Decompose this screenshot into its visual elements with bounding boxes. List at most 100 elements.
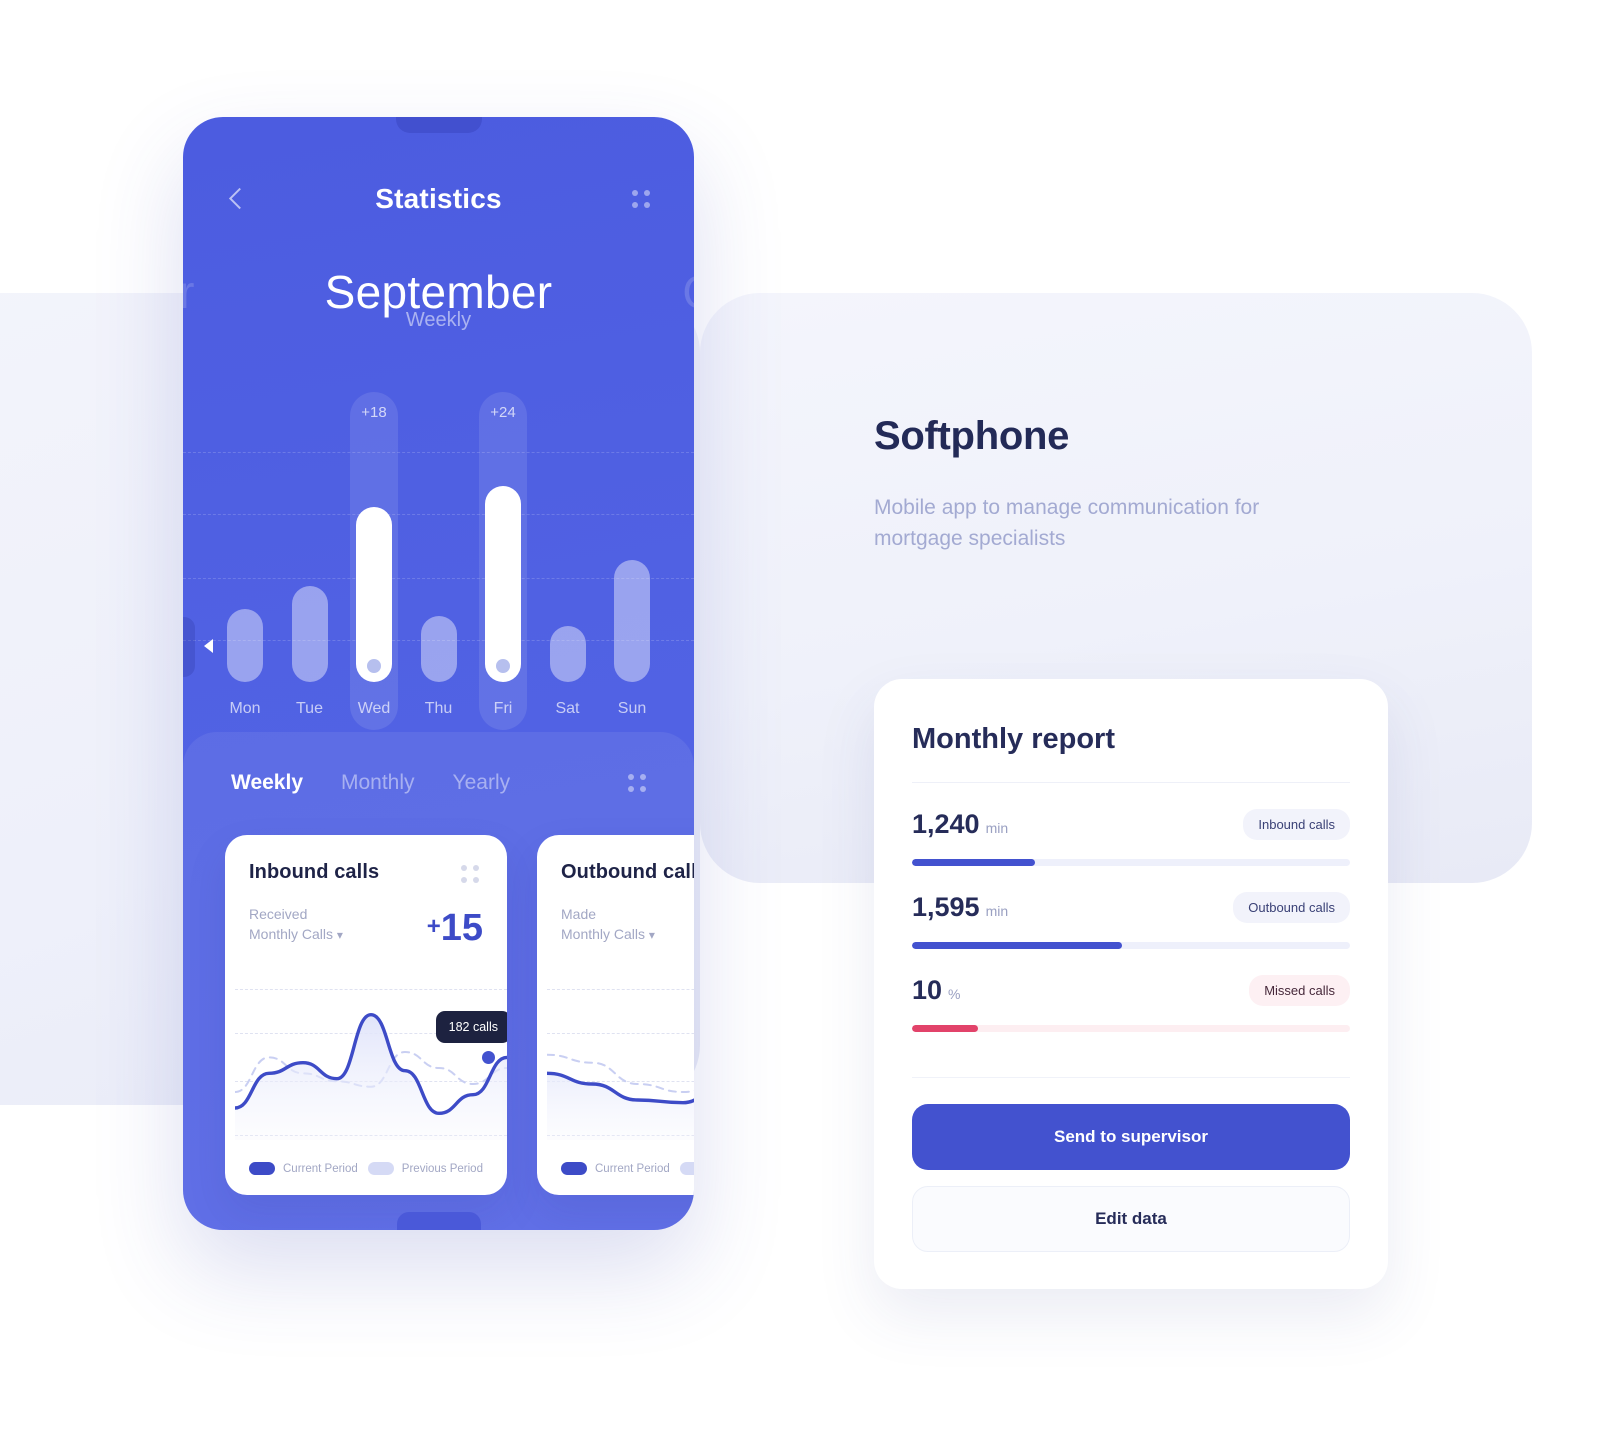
period-tabs: Weekly Monthly Yearly — [231, 766, 650, 800]
bar-column-mon[interactable]: Mon — [219, 392, 271, 717]
grid-dots-icon[interactable] — [457, 861, 483, 887]
progress-track — [912, 859, 1350, 866]
delta-value: +15 — [426, 907, 483, 949]
chevron-left-icon[interactable] — [223, 186, 249, 212]
card-subtitle-row: Made Monthly Calls ▾ — [561, 905, 694, 945]
report-unit: % — [948, 986, 961, 1002]
phone-header: Statistics — [183, 179, 694, 219]
divider — [912, 1077, 1350, 1078]
report-title: Monthly report — [912, 723, 1115, 755]
progress-track — [912, 1025, 1350, 1032]
bar-column-sun[interactable]: Sun — [606, 392, 658, 717]
card-title: Inbound calls — [249, 861, 380, 883]
report-row: 10% Missed calls — [912, 975, 1350, 1032]
caret-down-icon[interactable]: ▾ — [649, 928, 655, 942]
legend-item: Current Period — [561, 1162, 670, 1175]
progress-fill — [912, 942, 1123, 949]
bar-value-label: +24 — [490, 404, 516, 421]
brand-tagline: Mobile app to manage communication for m… — [874, 496, 1260, 551]
grid-dots-icon[interactable] — [624, 770, 650, 796]
bottom-sheet: Weekly Monthly Yearly Inbound calls Receive… — [183, 732, 694, 1230]
bar[interactable] — [485, 486, 521, 682]
mini-area-chart: 182 calls — [225, 985, 507, 1140]
legend-item: Previous Period — [679, 1162, 694, 1175]
report-value: 1,240 min — [912, 809, 1009, 839]
send-to-supervisor-button[interactable]: Send to supervisor — [912, 1104, 1350, 1170]
bar[interactable] — [420, 615, 457, 682]
bar-day-label: Fri — [493, 700, 513, 717]
bar-day-label: Mon — [229, 700, 261, 717]
phone-notch — [395, 117, 482, 133]
chart-tooltip: 182 calls — [435, 1011, 507, 1043]
legend-item: Current Period — [249, 1162, 358, 1175]
bar-column-sat[interactable]: Sat — [542, 392, 594, 717]
bar-knob-icon — [367, 659, 381, 673]
chart-legend: Current Period Previous Period — [537, 1162, 694, 1175]
page-title: Statistics — [375, 183, 502, 214]
legend-swatch — [249, 1162, 275, 1175]
card-header: Inbound calls — [249, 861, 483, 887]
tab-monthly[interactable]: Monthly — [341, 771, 415, 795]
tab-yearly[interactable]: Yearly — [453, 771, 511, 795]
card-subtitle-row: Received Monthly Calls ▾ +15 — [249, 905, 483, 947]
progress-fill — [912, 859, 1035, 866]
report-unit: min — [985, 820, 1009, 836]
bar-day-label: Wed — [357, 700, 391, 717]
bar-day-label: Sun — [617, 700, 647, 717]
bar-column-wed[interactable]: +18 Wed — [348, 392, 400, 730]
status-badge: Inbound calls — [1243, 809, 1350, 840]
legend-swatch — [561, 1162, 587, 1175]
legend-label: Current Period — [595, 1162, 670, 1175]
card-header: Outbound calls — [561, 861, 694, 887]
mini-area-chart: 72 calls — [537, 985, 694, 1140]
bar[interactable] — [356, 507, 392, 682]
card-subtitle: Made Monthly Calls ▾ — [561, 906, 655, 942]
legend-swatch — [679, 1162, 694, 1175]
bar-value-label: +18 — [361, 404, 387, 421]
legend-item: Previous Period — [367, 1162, 483, 1175]
bar-column-fri[interactable]: +24 Fri — [477, 392, 529, 730]
carousel-left-slab — [183, 617, 195, 677]
weekly-bar-chart: Mon Tue +18 Wed Thu +24 Fri Sat Sun — [183, 392, 694, 730]
bar-knob-icon — [496, 659, 510, 673]
bar[interactable] — [549, 626, 586, 682]
report-row-header: 1,240 min Inbound calls — [912, 809, 1350, 840]
grid-dots-icon[interactable] — [628, 186, 654, 212]
report-row: 1,240 min Inbound calls — [912, 809, 1350, 866]
status-badge: Outbound calls — [1233, 892, 1350, 923]
phone-home-indicator — [396, 1212, 481, 1230]
report-row-header: 1,595 min Outbound calls — [912, 892, 1350, 923]
legend-label: Previous Period — [401, 1162, 483, 1175]
stat-cards: Inbound calls Received Monthly Calls ▾ +15 1… — [225, 835, 694, 1230]
bar-column-tue[interactable]: Tue — [284, 392, 336, 717]
legend-swatch — [367, 1162, 394, 1175]
phone-mockup: Statistics ber September Oct Weekly MonT… — [183, 117, 694, 1230]
card-subtitle: Received Monthly Calls ▾ — [249, 906, 343, 942]
progress-track — [912, 942, 1350, 949]
status-badge: Missed calls — [1249, 975, 1350, 1006]
brand-title: Softphone — [874, 414, 1070, 458]
bar-group: Mon Tue +18 Wed Thu +24 Fri Sat Sun — [219, 392, 658, 730]
bar[interactable] — [614, 559, 650, 682]
page-root: Statistics ber September Oct Weekly MonT… — [0, 0, 1600, 1442]
bar-day-label: Thu — [424, 700, 453, 717]
chart-legend: Current Period Previous Period — [225, 1162, 507, 1175]
report-row: 1,595 min Outbound calls — [912, 892, 1350, 949]
monthly-report-card: Monthly report 1,240 min Inbound calls 1,59… — [874, 679, 1388, 1289]
report-unit: min — [985, 903, 1009, 919]
report-rows: 1,240 min Inbound calls 1,595 min Outbound ca… — [912, 809, 1350, 1032]
chart-point-marker — [482, 1051, 495, 1064]
bar-day-label: Sat — [555, 700, 580, 717]
divider — [912, 782, 1350, 783]
edit-data-button[interactable]: Edit data — [912, 1186, 1350, 1252]
caret-down-icon[interactable]: ▾ — [337, 928, 343, 942]
stat-card-inbound-calls: Inbound calls Received Monthly Calls ▾ +15 1… — [225, 835, 507, 1195]
bar-column-thu[interactable]: Thu — [413, 392, 465, 717]
bar[interactable] — [227, 608, 263, 682]
bar-day-label: Tue — [296, 700, 323, 717]
report-value: 10% — [912, 975, 961, 1005]
report-value: 1,595 min — [912, 892, 1009, 922]
caret-left-icon[interactable] — [201, 635, 223, 657]
bar[interactable] — [291, 585, 328, 682]
tab-weekly[interactable]: Weekly — [231, 771, 303, 795]
